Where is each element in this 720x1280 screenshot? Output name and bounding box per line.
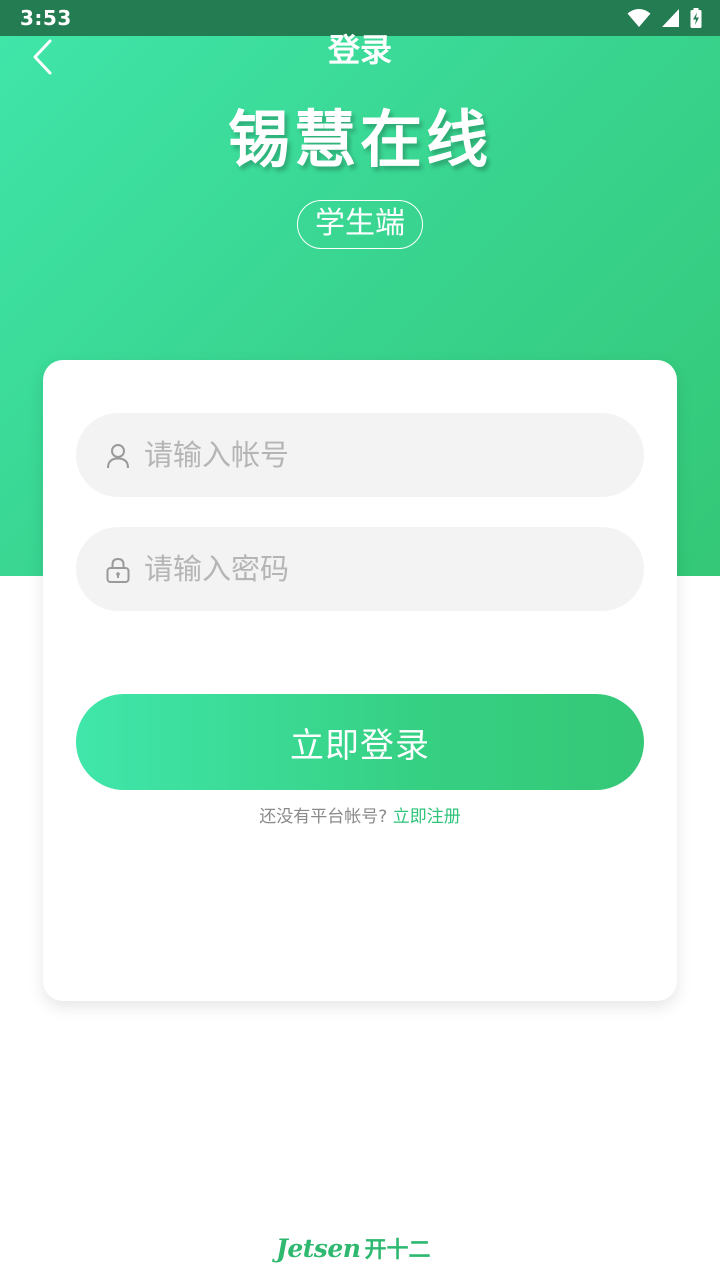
login-button[interactable]: 立即登录	[76, 694, 644, 790]
account-field	[76, 413, 644, 497]
app-name: 锡慧在线	[227, 103, 492, 176]
account-input[interactable]	[144, 413, 614, 497]
password-field	[76, 527, 644, 611]
status-time: 3:53	[20, 6, 72, 30]
password-input[interactable]	[144, 527, 614, 611]
user-icon	[106, 443, 130, 469]
register-row: 还没有平台帐号? 立即注册	[43, 804, 677, 830]
battery-charging-icon	[690, 8, 702, 28]
register-link[interactable]: 立即注册	[393, 807, 461, 827]
page-title: 登录	[327, 31, 392, 69]
status-icons	[627, 7, 702, 29]
brand-logo-en: Jetsen	[276, 1233, 361, 1263]
register-prompt: 还没有平台帐号?	[259, 807, 388, 827]
login-card: 立即登录 还没有平台帐号? 立即注册	[43, 360, 677, 1001]
role-badge: 学生端	[297, 200, 423, 249]
brand-logo: Jetsen 开十二	[276, 1232, 430, 1264]
cell-signal-icon	[661, 8, 680, 28]
lock-icon	[106, 557, 130, 583]
wifi-icon	[627, 8, 651, 28]
brand-logo-cn: 开十二	[364, 1238, 431, 1263]
